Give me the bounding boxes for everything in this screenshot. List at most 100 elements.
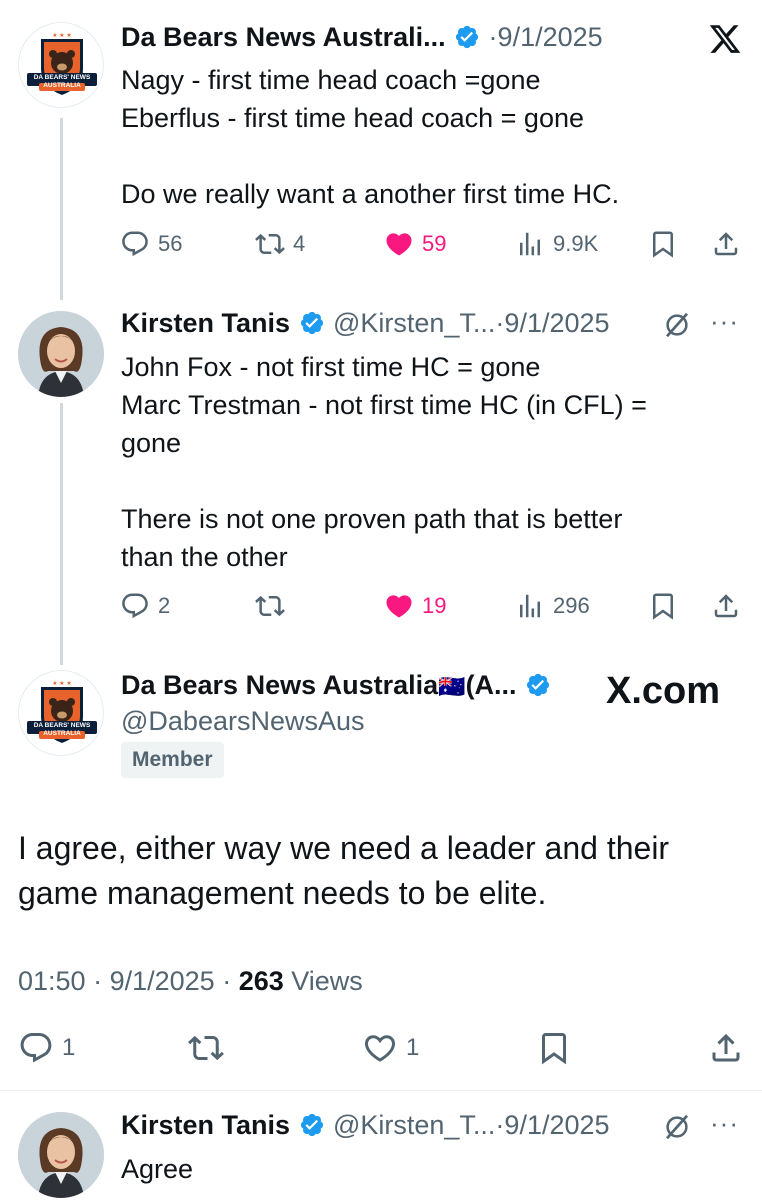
kirsten-avatar-icon (18, 311, 104, 397)
divider (0, 1090, 762, 1091)
share-icon[interactable] (708, 1030, 744, 1066)
retweet-button[interactable] (255, 591, 285, 621)
like-count: 1 (406, 1034, 420, 1061)
views-count: 263 (238, 966, 284, 996)
reply-button[interactable]: 2 (120, 591, 170, 621)
heart-filled-icon (386, 233, 412, 256)
avatar-text: DA BEARS' NEWS AUSTRALIA (33, 74, 91, 89)
text-line: Marc Trestman - not first time HC (in CF… (121, 390, 647, 420)
tweet-date[interactable]: 9/1/2025 (504, 1110, 609, 1140)
grok-icon[interactable] (662, 310, 692, 340)
verified-badge-icon (300, 1113, 323, 1137)
views-label: Views (291, 966, 363, 996)
tweet-date[interactable]: 9/1/2025 (504, 308, 609, 338)
thread-line (60, 118, 63, 300)
like-button[interactable]: 1 (362, 1030, 419, 1066)
retweet-icon (188, 1035, 224, 1061)
views-button[interactable]: 9.9K (515, 229, 598, 259)
author-name[interactable]: Da Bears News Australi... (121, 22, 446, 52)
more-options-icon[interactable]: ··· (710, 1108, 739, 1139)
share-icon[interactable] (711, 591, 741, 621)
tweet-time[interactable]: 01:50 (18, 966, 86, 996)
bookmark-icon[interactable] (648, 229, 678, 259)
views-chart-icon (520, 232, 540, 256)
reply-count: 56 (158, 231, 183, 256)
retweet-count: 4 (293, 231, 306, 256)
thread-line (60, 403, 63, 665)
tweet-text: Agree (121, 1154, 194, 1184)
retweet-button[interactable] (188, 1030, 224, 1066)
text-line: I agree, either way we need a leader and… (18, 830, 670, 866)
tweet-date[interactable]: 9/1/2025 (498, 22, 603, 52)
reply-count: 1 (62, 1034, 76, 1061)
views-chart-icon (520, 594, 540, 618)
tweet-text: I agree, either way we need a leader and… (18, 826, 738, 916)
verified-badge-icon (455, 25, 479, 49)
author-name[interactable]: Kirsten Tanis (121, 1110, 290, 1140)
separator-dot: · (488, 22, 498, 52)
reply-icon (122, 231, 148, 257)
verified-badge-icon (300, 311, 323, 335)
retweet-icon (255, 233, 285, 255)
verified-badge-icon (526, 673, 550, 697)
text-line: Nagy - first time head coach =gone (121, 65, 541, 95)
tweet-text: Nagy - first time head coach =gone Eberf… (121, 61, 741, 213)
text-line: than the other (121, 542, 288, 572)
separator-dot: · (214, 966, 239, 996)
reply-button[interactable]: 1 (18, 1030, 75, 1066)
author-handle[interactable]: @Kirsten_T... (333, 1110, 495, 1140)
author-name[interactable]: Da Bears News Australia (121, 670, 438, 700)
author-name-suffix[interactable]: (A... (466, 670, 517, 700)
member-badge[interactable]: Member (121, 742, 224, 778)
x-com-watermark: X.com (606, 670, 721, 712)
avatar[interactable] (18, 311, 104, 397)
tweet-header: Kirsten Tanis @Kirsten_T...·9/1/2025 (121, 1110, 610, 1141)
kirsten-avatar-icon (18, 1112, 104, 1198)
svg-text:★ ★ ★: ★ ★ ★ (52, 32, 71, 39)
reply-icon (122, 593, 148, 619)
like-button[interactable]: 59 (384, 229, 446, 259)
separator-dot: · (85, 966, 110, 996)
svg-text:★ ★ ★: ★ ★ ★ (52, 680, 71, 687)
bookmark-icon[interactable] (648, 591, 678, 621)
like-count: 59 (422, 231, 447, 256)
avatar-text: DA BEARS' NEWS AUSTRALIA (33, 722, 91, 737)
views-count: 296 (553, 593, 590, 618)
x-logo-icon[interactable] (706, 22, 744, 56)
views-count: 9.9K (553, 231, 599, 256)
views-button[interactable]: 296 (515, 591, 590, 621)
tweet-header: Kirsten Tanis @Kirsten_T...·9/1/2025 (121, 308, 610, 339)
like-count: 19 (422, 593, 447, 618)
bears-logo-icon: ★ ★ ★ (27, 680, 97, 743)
author-handle[interactable]: @Kirsten_T... (333, 308, 495, 338)
like-button[interactable]: 19 (384, 591, 446, 621)
avatar[interactable]: ★ ★ ★ DA BEARS' NEWS AUSTRALIA (18, 670, 104, 756)
more-options-icon[interactable]: ··· (710, 306, 739, 337)
tweet-text: John Fox - not first time HC = gone Marc… (121, 348, 741, 576)
text-line: Eberflus - first time head coach = gone (121, 103, 584, 133)
tweet-date[interactable]: 9/1/2025 (110, 966, 215, 996)
tweet-header: Da Bears News Australi... ·9/1/2025 (121, 22, 603, 53)
reply-icon (20, 1033, 52, 1063)
text-line: John Fox - not first time HC = gone (121, 352, 541, 382)
reply-count: 2 (158, 593, 171, 618)
text-line: There is not one proven path that is bet… (121, 504, 623, 534)
bears-logo-icon: ★ ★ ★ (27, 32, 97, 95)
flag-emoji: 🇦🇺 (438, 674, 466, 699)
bookmark-icon[interactable] (536, 1030, 572, 1066)
avatar[interactable] (18, 1112, 104, 1198)
author-handle[interactable]: @DabearsNewsAus (121, 706, 365, 737)
text-line: Do we really want a another first time H… (121, 179, 620, 209)
grok-icon[interactable] (662, 1112, 692, 1142)
avatar[interactable]: ★ ★ ★ DA BEARS' NEWS AUSTRALIA (18, 22, 104, 108)
reply-button[interactable]: 56 (120, 229, 182, 259)
author-name[interactable]: Kirsten Tanis (121, 308, 290, 338)
tweet-header: Da Bears News Australia🇦🇺(A... (121, 670, 555, 701)
heart-outline-icon (364, 1035, 396, 1062)
text-line: gone (121, 428, 182, 458)
retweet-icon (255, 595, 285, 617)
text-line: game management needs to be elite. (18, 875, 547, 911)
share-icon[interactable] (711, 229, 741, 259)
retweet-button[interactable]: 4 (255, 229, 305, 259)
tweet-meta: 01:50 · 9/1/2025 · 263 Views (18, 966, 363, 997)
